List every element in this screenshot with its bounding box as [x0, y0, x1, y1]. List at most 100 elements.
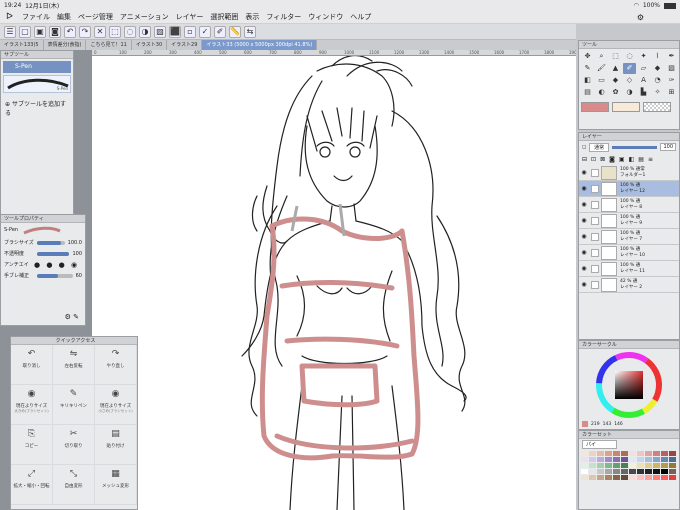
color-set-swatch[interactable] [645, 451, 652, 456]
color-set-swatch[interactable] [613, 475, 620, 480]
color-set-swatch[interactable] [669, 475, 676, 480]
layer-checkbox[interactable] [591, 168, 599, 177]
layer-checkbox[interactable] [591, 280, 599, 289]
tab-document[interactable]: イラスト29 [167, 40, 203, 50]
layer-ref-icon[interactable]: ⊡ [591, 156, 596, 163]
layer-row[interactable]: ◉ 100 % 通 レイヤー 9 [579, 213, 679, 229]
color-set-swatch[interactable] [629, 469, 636, 474]
visibility-eye-icon[interactable]: ◉ [579, 201, 589, 208]
color-set-swatch[interactable] [621, 469, 628, 474]
color-set-swatch[interactable] [629, 451, 636, 456]
color-set-swatch[interactable] [669, 451, 676, 456]
open-icon[interactable]: ▣ [34, 25, 46, 38]
color-set-swatch[interactable] [645, 469, 652, 474]
color-set-swatch[interactable] [597, 469, 604, 474]
color-set-swatch[interactable] [661, 451, 668, 456]
layer-blend-mode[interactable]: 通常 [589, 142, 610, 152]
eyedropper-tool-icon[interactable]: ⌇ [651, 51, 664, 62]
layer-folder-row[interactable]: ◉ 100 % 通常 フォルダー1 [579, 165, 679, 181]
quick-access-button[interactable]: ⇋ 左右反転 [53, 345, 95, 385]
color-set-swatch[interactable] [637, 451, 644, 456]
color-set-swatch[interactable] [621, 451, 628, 456]
color-set-swatch[interactable] [589, 457, 596, 462]
color-set-swatch[interactable] [605, 469, 612, 474]
quick-access-button[interactable]: ↷ やり直し [95, 345, 137, 385]
color-set-swatch[interactable] [621, 475, 628, 480]
layer-checkbox[interactable] [591, 184, 599, 193]
sub-color-swatch[interactable] [612, 102, 640, 112]
color-set-swatch[interactable] [613, 451, 620, 456]
color-set-swatch[interactable] [605, 475, 612, 480]
layer-checkbox[interactable] [591, 216, 599, 225]
tab-document[interactable]: 表情差分(食指) [44, 40, 87, 50]
menu-window[interactable]: ウィンドウ [308, 12, 343, 22]
balloon-tool-icon[interactable]: ◔ [651, 75, 664, 86]
color-wheel[interactable] [579, 349, 679, 419]
color-set-swatch[interactable] [645, 463, 652, 468]
visibility-eye-icon[interactable]: ◉ [579, 281, 589, 288]
layer-menu-icon[interactable]: ≡ [648, 156, 653, 163]
layer-lock-icon[interactable]: ◻ [582, 144, 586, 150]
tool-settings-icon[interactable]: ⚙ ✎ [65, 313, 79, 321]
color-set-swatch[interactable] [637, 457, 644, 462]
shrink-icon[interactable]: ▫ [184, 25, 196, 38]
drawing-canvas[interactable] [92, 56, 576, 510]
deselect-icon[interactable]: ◌ [124, 25, 136, 38]
layer-lock-alpha-icon[interactable]: ⊠ [600, 156, 605, 163]
eraser-tool-icon[interactable]: ▱ [637, 63, 650, 74]
correction-tool-icon[interactable]: ✑ [665, 75, 678, 86]
menu-edit[interactable]: 編集 [57, 12, 71, 22]
layer-row[interactable]: ◉ 100 % 通 レイヤー 8 [579, 197, 679, 213]
color-set-swatch[interactable] [613, 457, 620, 462]
decoration-tool-icon[interactable]: ✿ [609, 87, 622, 98]
color-set-swatch[interactable] [613, 469, 620, 474]
color-set-swatch[interactable] [669, 457, 676, 462]
menu-list-icon[interactable]: ☰ [4, 25, 16, 38]
color-set-swatch[interactable] [581, 475, 588, 480]
select-tool-icon[interactable]: ⬚ [609, 51, 622, 62]
transform-icon[interactable]: ⬚ [109, 25, 121, 38]
select-all-icon[interactable]: ⬛ [169, 25, 181, 38]
layer-clip-icon[interactable]: ⊟ [582, 156, 587, 163]
main-color-swatch[interactable] [581, 102, 609, 112]
ruler-icon[interactable]: 📏 [229, 25, 241, 38]
menu-file[interactable]: ファイル [22, 12, 50, 22]
color-set-swatch[interactable] [653, 463, 660, 468]
color-set-swatch[interactable] [661, 457, 668, 462]
visibility-eye-icon[interactable]: ◉ [579, 233, 589, 240]
tab-document-active[interactable]: イラスト33 (5000 x 5000px 300dpi 41.8%) [202, 40, 318, 50]
new-canvas-icon[interactable]: ▢ [19, 25, 31, 38]
color-set-swatch[interactable] [581, 457, 588, 462]
color-set-swatch[interactable] [605, 451, 612, 456]
fill-tool-icon[interactable]: ▨ [665, 63, 678, 74]
quick-access-button[interactable]: ✎ キリキリペン [53, 385, 95, 425]
save-icon[interactable]: ◙ [49, 25, 61, 38]
color-set-swatch[interactable] [669, 463, 676, 468]
check-icon[interactable]: ✓ [199, 25, 211, 38]
quick-access-button[interactable]: ⎘ コピー [11, 425, 53, 465]
menu-view[interactable]: 表示 [245, 12, 259, 22]
layer-opacity-value[interactable]: 100 [660, 143, 676, 151]
shape-tool-icon[interactable]: ◐ [595, 87, 608, 98]
tab-document[interactable]: イラスト133(5 [0, 40, 44, 50]
wand-tool-icon[interactable]: ✦ [637, 51, 650, 62]
color-set-swatch[interactable] [637, 463, 644, 468]
color-set-swatch[interactable] [597, 451, 604, 456]
move-tool-icon[interactable]: ✥ [581, 51, 594, 62]
quick-access-button[interactable]: ⤡ 自由変形 [53, 465, 95, 505]
visibility-eye-icon[interactable]: ◉ [579, 185, 589, 192]
layer-row[interactable]: ◉ 100 % 通 レイヤー 10 [579, 245, 679, 261]
subtool-item-spen[interactable]: S-Pen [3, 61, 71, 73]
color-set-swatch[interactable] [637, 469, 644, 474]
more-tool-icon[interactable]: ⊞ [665, 87, 678, 98]
layer-checkbox[interactable] [591, 232, 599, 241]
text-tool-icon[interactable]: A [637, 75, 650, 86]
gradient-tool-icon[interactable]: ◧ [581, 75, 594, 86]
quick-access-button[interactable]: ↶ 取り消し [11, 345, 53, 385]
color-set-swatch[interactable] [669, 469, 676, 474]
invert-icon[interactable]: ◑ [139, 25, 151, 38]
layer-mask-icon[interactable]: ◙ [609, 156, 615, 163]
lasso-tool-icon[interactable]: ◌ [623, 51, 636, 62]
quick-access-button[interactable]: ⤢ 拡大・縮小・回転 [11, 465, 53, 505]
undo-icon[interactable]: ↶ [64, 25, 76, 38]
